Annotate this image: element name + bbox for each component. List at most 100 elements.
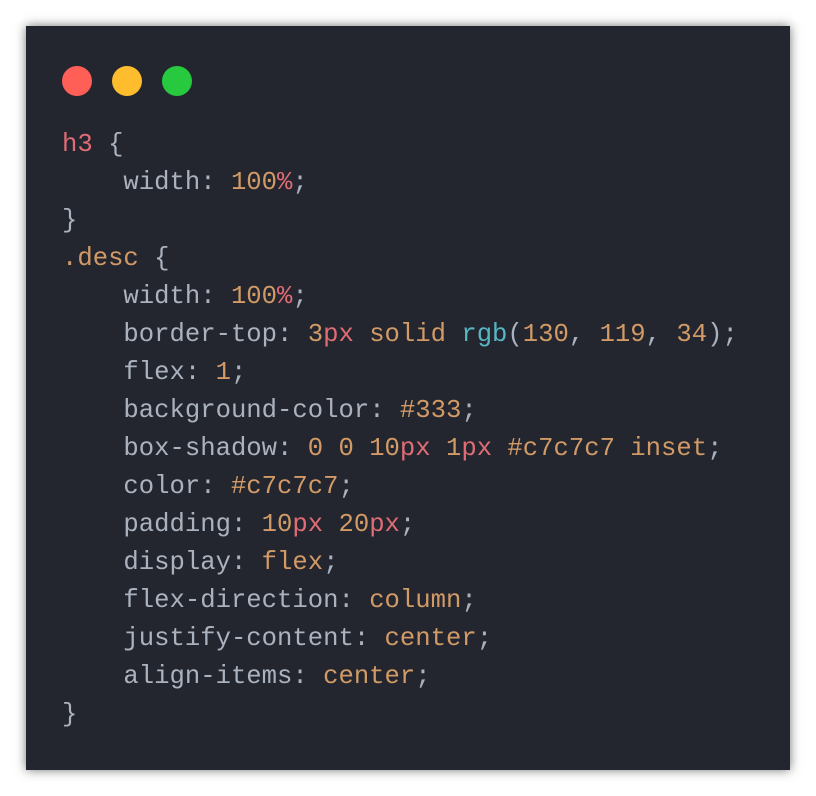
code-token-hex: #c7c7c7 [507, 434, 615, 463]
code-token-punct: ; [230, 358, 247, 387]
code-token-hex: #333 [399, 396, 462, 425]
code-block: h3 { width: 100%;} .desc { width: 100%; b… [62, 126, 738, 734]
window-minimize-button[interactable] [112, 66, 142, 96]
code-token-keyword: center [384, 624, 477, 653]
code-token-punct: : [369, 396, 400, 425]
code-token-tag: h3 [62, 130, 93, 159]
code-token-punct: ; [461, 396, 477, 425]
code-token-class: .desc [62, 244, 139, 273]
code-token-number: 34 [676, 320, 708, 349]
code-token-punct: : [353, 624, 385, 653]
code-token-punct: : [230, 510, 262, 539]
window-close-button[interactable] [62, 66, 92, 96]
code-token-punct: ; [415, 662, 431, 691]
code-token-number: 119 [599, 320, 646, 349]
code-token-property: width [62, 282, 201, 311]
code-token-keyword: solid [369, 320, 446, 349]
code-token-number: 100 [230, 282, 278, 311]
code-token-unit: px [399, 434, 431, 463]
code-token-punct: ( [507, 320, 523, 349]
code-token-number: 3 [307, 320, 324, 349]
code-token-property: display [62, 548, 231, 577]
code-token-punct: { [138, 244, 170, 273]
code-token-number: 1 [445, 434, 462, 463]
code-token-punct: : [200, 282, 231, 311]
code-token-property: color [62, 472, 201, 501]
code-token-punct: : [292, 662, 324, 691]
code-token-punct: : [200, 472, 231, 501]
code-token-punct: ; [476, 624, 493, 653]
code-token-punct: : [277, 320, 308, 349]
code-token-property: justify-content [62, 624, 354, 653]
code-token-unit: % [277, 282, 293, 311]
code-token-property: flex-direction [62, 586, 339, 615]
code-token-punct: ; [338, 472, 354, 501]
code-line: box-shadow: 0 0 10px 1px #c7c7c7 inset; [62, 430, 738, 468]
code-token-keyword: flex [261, 548, 324, 577]
code-token-unit: px [369, 510, 400, 539]
code-token-number: 10 [369, 434, 400, 463]
code-token-punct: } [62, 206, 78, 235]
code-token-unit: % [277, 168, 293, 197]
code-line: align-items: center; [62, 658, 738, 696]
code-line: h3 { [62, 126, 738, 164]
window-controls [62, 66, 192, 96]
code-line: } [62, 202, 738, 240]
code-token-property: padding [62, 510, 231, 539]
code-token-punct: , [568, 320, 600, 349]
code-token-punct: ; [292, 168, 308, 197]
code-token-number: 130 [522, 320, 569, 349]
code-token-punct: : [277, 434, 308, 463]
code-token-number: 10 [261, 510, 293, 539]
code-token-number: 100 [230, 168, 278, 197]
code-token-number: 1 [215, 358, 231, 387]
code-token-punct: ; [707, 434, 723, 463]
code-token-property: background-color [62, 396, 370, 425]
code-token-keyword: inset [630, 434, 708, 463]
code-token-property: flex [62, 358, 185, 387]
code-line: .desc { [62, 240, 738, 278]
window-maximize-button[interactable] [162, 66, 192, 96]
code-line: } [62, 696, 738, 734]
code-token-property: width [62, 168, 201, 197]
code-token-punct: ; [292, 282, 308, 311]
code-token-unit: px [292, 510, 324, 539]
code-token-punct: : [184, 358, 216, 387]
code-line: display: flex; [62, 544, 738, 582]
code-line: width: 100%; [62, 278, 738, 316]
code-token-unit: px [323, 320, 354, 349]
code-token-punct: ; [323, 548, 339, 577]
code-token-punct: ); [707, 320, 738, 349]
code-line: justify-content: center; [62, 620, 738, 658]
code-token-punct: ; [461, 586, 477, 615]
code-token-number: 0 [338, 434, 354, 463]
code-token-punct: , [645, 320, 677, 349]
code-token-keyword: center [323, 662, 416, 691]
code-token-punct: ; [399, 510, 416, 539]
code-line: flex: 1; [62, 354, 738, 392]
code-token-property: box-shadow [62, 434, 278, 463]
code-token-property: align-items [62, 662, 293, 691]
code-line: flex-direction: column; [62, 582, 738, 620]
code-line: background-color: #333; [62, 392, 738, 430]
code-line: padding: 10px 20px; [62, 506, 738, 544]
code-token-punct: : [338, 586, 370, 615]
code-token-number: 0 [307, 434, 324, 463]
code-line: width: 100%; [62, 164, 738, 202]
code-token-punct: { [92, 130, 124, 159]
code-line: border-top: 3px solid rgb(130, 119, 34); [62, 316, 738, 354]
code-token-function: rgb [461, 320, 508, 349]
code-token-number: 20 [338, 510, 370, 539]
code-token-punct: : [200, 168, 231, 197]
code-token-punct: : [230, 548, 262, 577]
code-token-property: border-top [62, 320, 278, 349]
code-line: color: #c7c7c7; [62, 468, 738, 506]
code-token-hex: #c7c7c7 [230, 472, 339, 501]
